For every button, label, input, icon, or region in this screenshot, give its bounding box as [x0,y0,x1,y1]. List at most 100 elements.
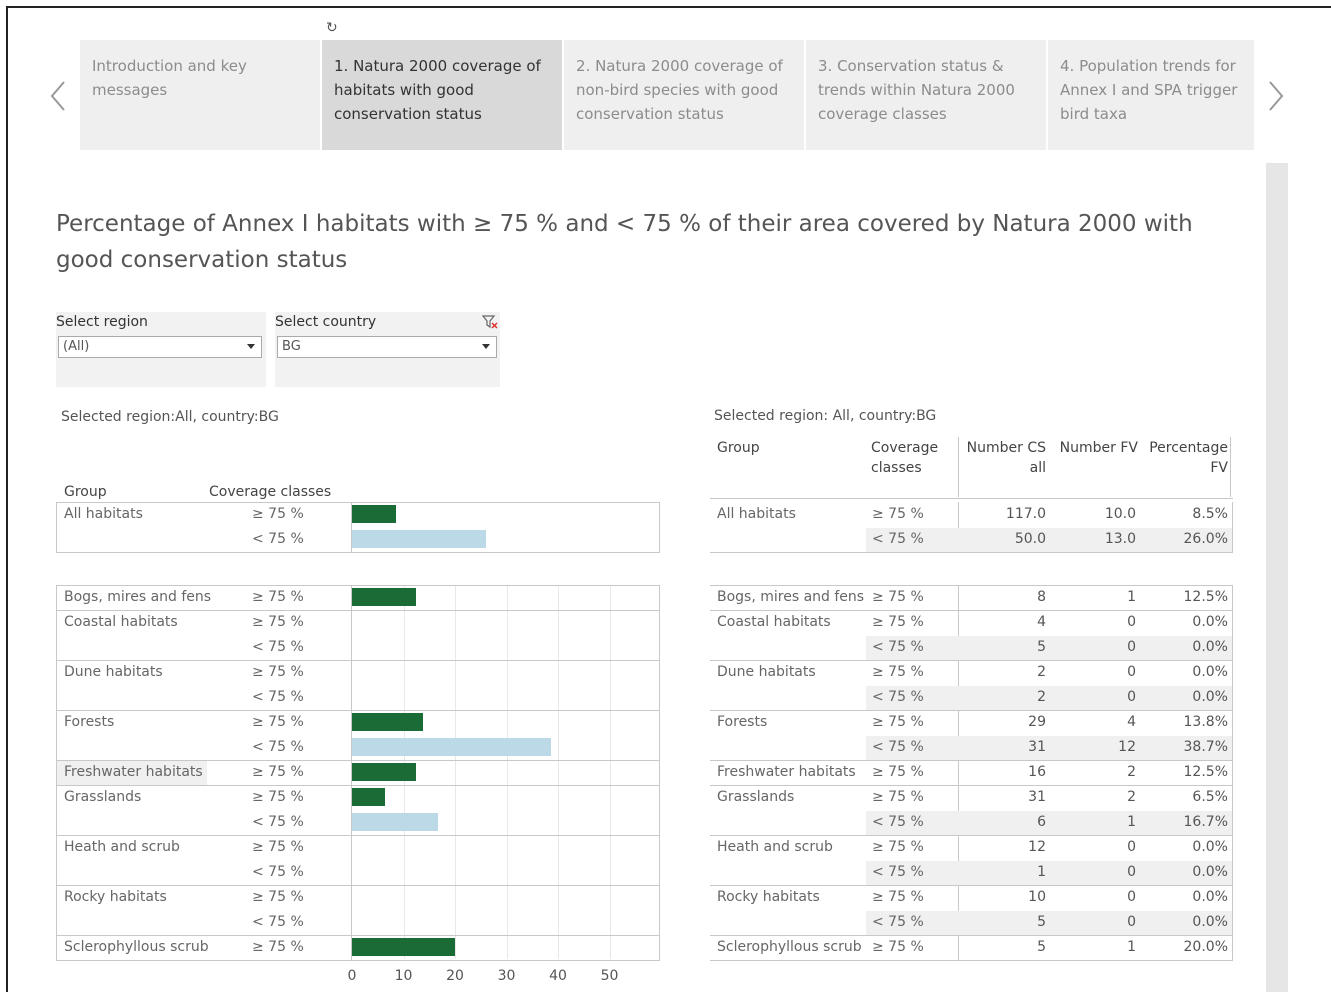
clear-filter-icon[interactable] [481,314,498,330]
group-name: Sclerophyllous scrub [64,939,209,955]
table-number-cs: 50.0 [1014,531,1046,547]
table-percentage-fv: 0.0% [1192,664,1228,680]
bar-high-coverage [352,788,386,806]
table-percentage-fv: 12.5% [1183,764,1228,780]
tab-conservation-status[interactable]: 3. Conservation status & trends within N… [806,40,1046,150]
table-coverage-class: < 75 % [872,531,924,547]
left-selection-text: Selected region:All, country:BG [61,409,279,425]
table-number-cs: 8 [1037,589,1046,605]
table-percentage-fv: 16.7% [1183,814,1228,830]
bar-low-coverage [352,530,486,548]
coverage-class-label: < 75 % [252,689,304,705]
next-tab-arrow-icon[interactable] [1266,78,1286,114]
table-group-line [710,552,1233,553]
table-number-cs: 31 [1028,789,1046,805]
right-col-group: Group [717,440,760,456]
table-divider [1232,660,1233,710]
table-number-cs: 5 [1037,639,1046,655]
dropdown-caret-icon [482,344,490,349]
x-axis-tick-label: 50 [600,968,619,984]
tab-habitats-coverage[interactable]: 1. Natura 2000 coverage of habitats with… [322,40,562,150]
table-percentage-fv: 0.0% [1192,639,1228,655]
vertical-scrollbar[interactable] [1266,163,1288,992]
table-percentage-fv: 0.0% [1192,914,1228,930]
bar-high-coverage [352,713,424,731]
table-number-fv: 4 [1127,714,1136,730]
table-coverage-class: ≥ 75 % [872,589,924,605]
table-number-cs: 6 [1037,814,1046,830]
table-group-name: Grasslands [717,789,795,805]
chart-axis-line [351,610,352,661]
tab-introduction[interactable]: Introduction and key messages [80,40,320,150]
table-number-fv: 12 [1118,739,1136,755]
coverage-class-label: ≥ 75 % [252,614,304,630]
coverage-class-label: < 75 % [252,914,304,930]
header-divider [958,437,959,497]
country-select[interactable]: BG [277,336,497,358]
bar-high-coverage [352,505,396,523]
table-number-cs: 31 [1028,739,1046,755]
table-group-name: Freshwater habitats [717,764,856,780]
table-percentage-fv: 0.0% [1192,864,1228,880]
table-number-fv: 1 [1127,939,1136,955]
table-coverage-class: ≥ 75 % [872,614,924,630]
table-divider [958,935,959,960]
chart-axis-line [351,885,352,936]
table-number-fv: 1 [1127,589,1136,605]
reload-icon[interactable]: ↻ [326,20,338,36]
table-number-cs: 29 [1028,714,1046,730]
group-name: Heath and scrub [64,839,180,855]
region-select[interactable]: (All) [58,336,262,358]
bar-low-coverage [352,738,552,756]
previous-tab-arrow-icon[interactable] [48,78,68,114]
table-percentage-fv: 26.0% [1183,531,1228,547]
table-coverage-class: < 75 % [872,739,924,755]
table-coverage-class: ≥ 75 % [872,939,924,955]
chart-axis-line [351,660,352,711]
coverage-class-label: < 75 % [252,739,304,755]
coverage-class-label: < 75 % [252,814,304,830]
table-divider [1232,760,1233,785]
x-axis-tick-label: 10 [394,968,413,984]
region-filter: Select region (All) [56,312,266,387]
group-name: Grasslands [64,789,142,805]
table-number-cs: 5 [1037,914,1046,930]
x-axis-tick-label: 20 [446,968,464,984]
coverage-class-label: < 75 % [252,531,304,547]
table-group-name: Sclerophyllous scrub [717,939,862,955]
table-coverage-class: < 75 % [872,689,924,705]
table-coverage-class: ≥ 75 % [872,889,924,905]
table-percentage-fv: 20.0% [1183,939,1228,955]
table-percentage-fv: 13.8% [1183,714,1228,730]
coverage-class-label: ≥ 75 % [252,789,304,805]
table-divider [1232,502,1233,552]
table-number-cs: 117.0 [1005,506,1046,522]
tab-population-trends[interactable]: 4. Population trends for Annex I and SPA… [1048,40,1254,150]
table-group-name: All habitats [717,506,796,522]
table-number-fv: 2 [1127,764,1136,780]
coverage-class-label: ≥ 75 % [252,764,304,780]
header-divider [1230,437,1231,497]
table-number-cs: 4 [1037,614,1046,630]
coverage-class-label: ≥ 75 % [252,506,304,522]
table-percentage-fv: 38.7% [1183,739,1228,755]
group-name: Coastal habitats [64,614,178,630]
bar-high-coverage [352,763,417,781]
table-divider [1232,785,1233,835]
tab-species-coverage[interactable]: 2. Natura 2000 coverage of non-bird spec… [564,40,804,150]
left-col-coverage: Coverage classes [209,484,332,500]
table-percentage-fv: 6.5% [1192,789,1228,805]
group-name: Bogs, mires and fens [64,589,212,605]
table-number-cs: 5 [1037,939,1046,955]
table-number-fv: 0 [1127,664,1136,680]
coverage-class-label: ≥ 75 % [252,589,304,605]
table-number-fv: 0 [1127,639,1136,655]
table-coverage-class: ≥ 75 % [872,764,924,780]
group-name: All habitats [64,506,143,522]
right-selection-text: Selected region: All, country:BG [714,408,937,424]
table-percentage-fv: 0.0% [1192,839,1228,855]
table-coverage-class: ≥ 75 % [872,506,924,522]
table-divider [1232,935,1233,960]
coverage-class-label: ≥ 75 % [252,889,304,905]
table-percentage-fv: 8.5% [1192,506,1228,522]
